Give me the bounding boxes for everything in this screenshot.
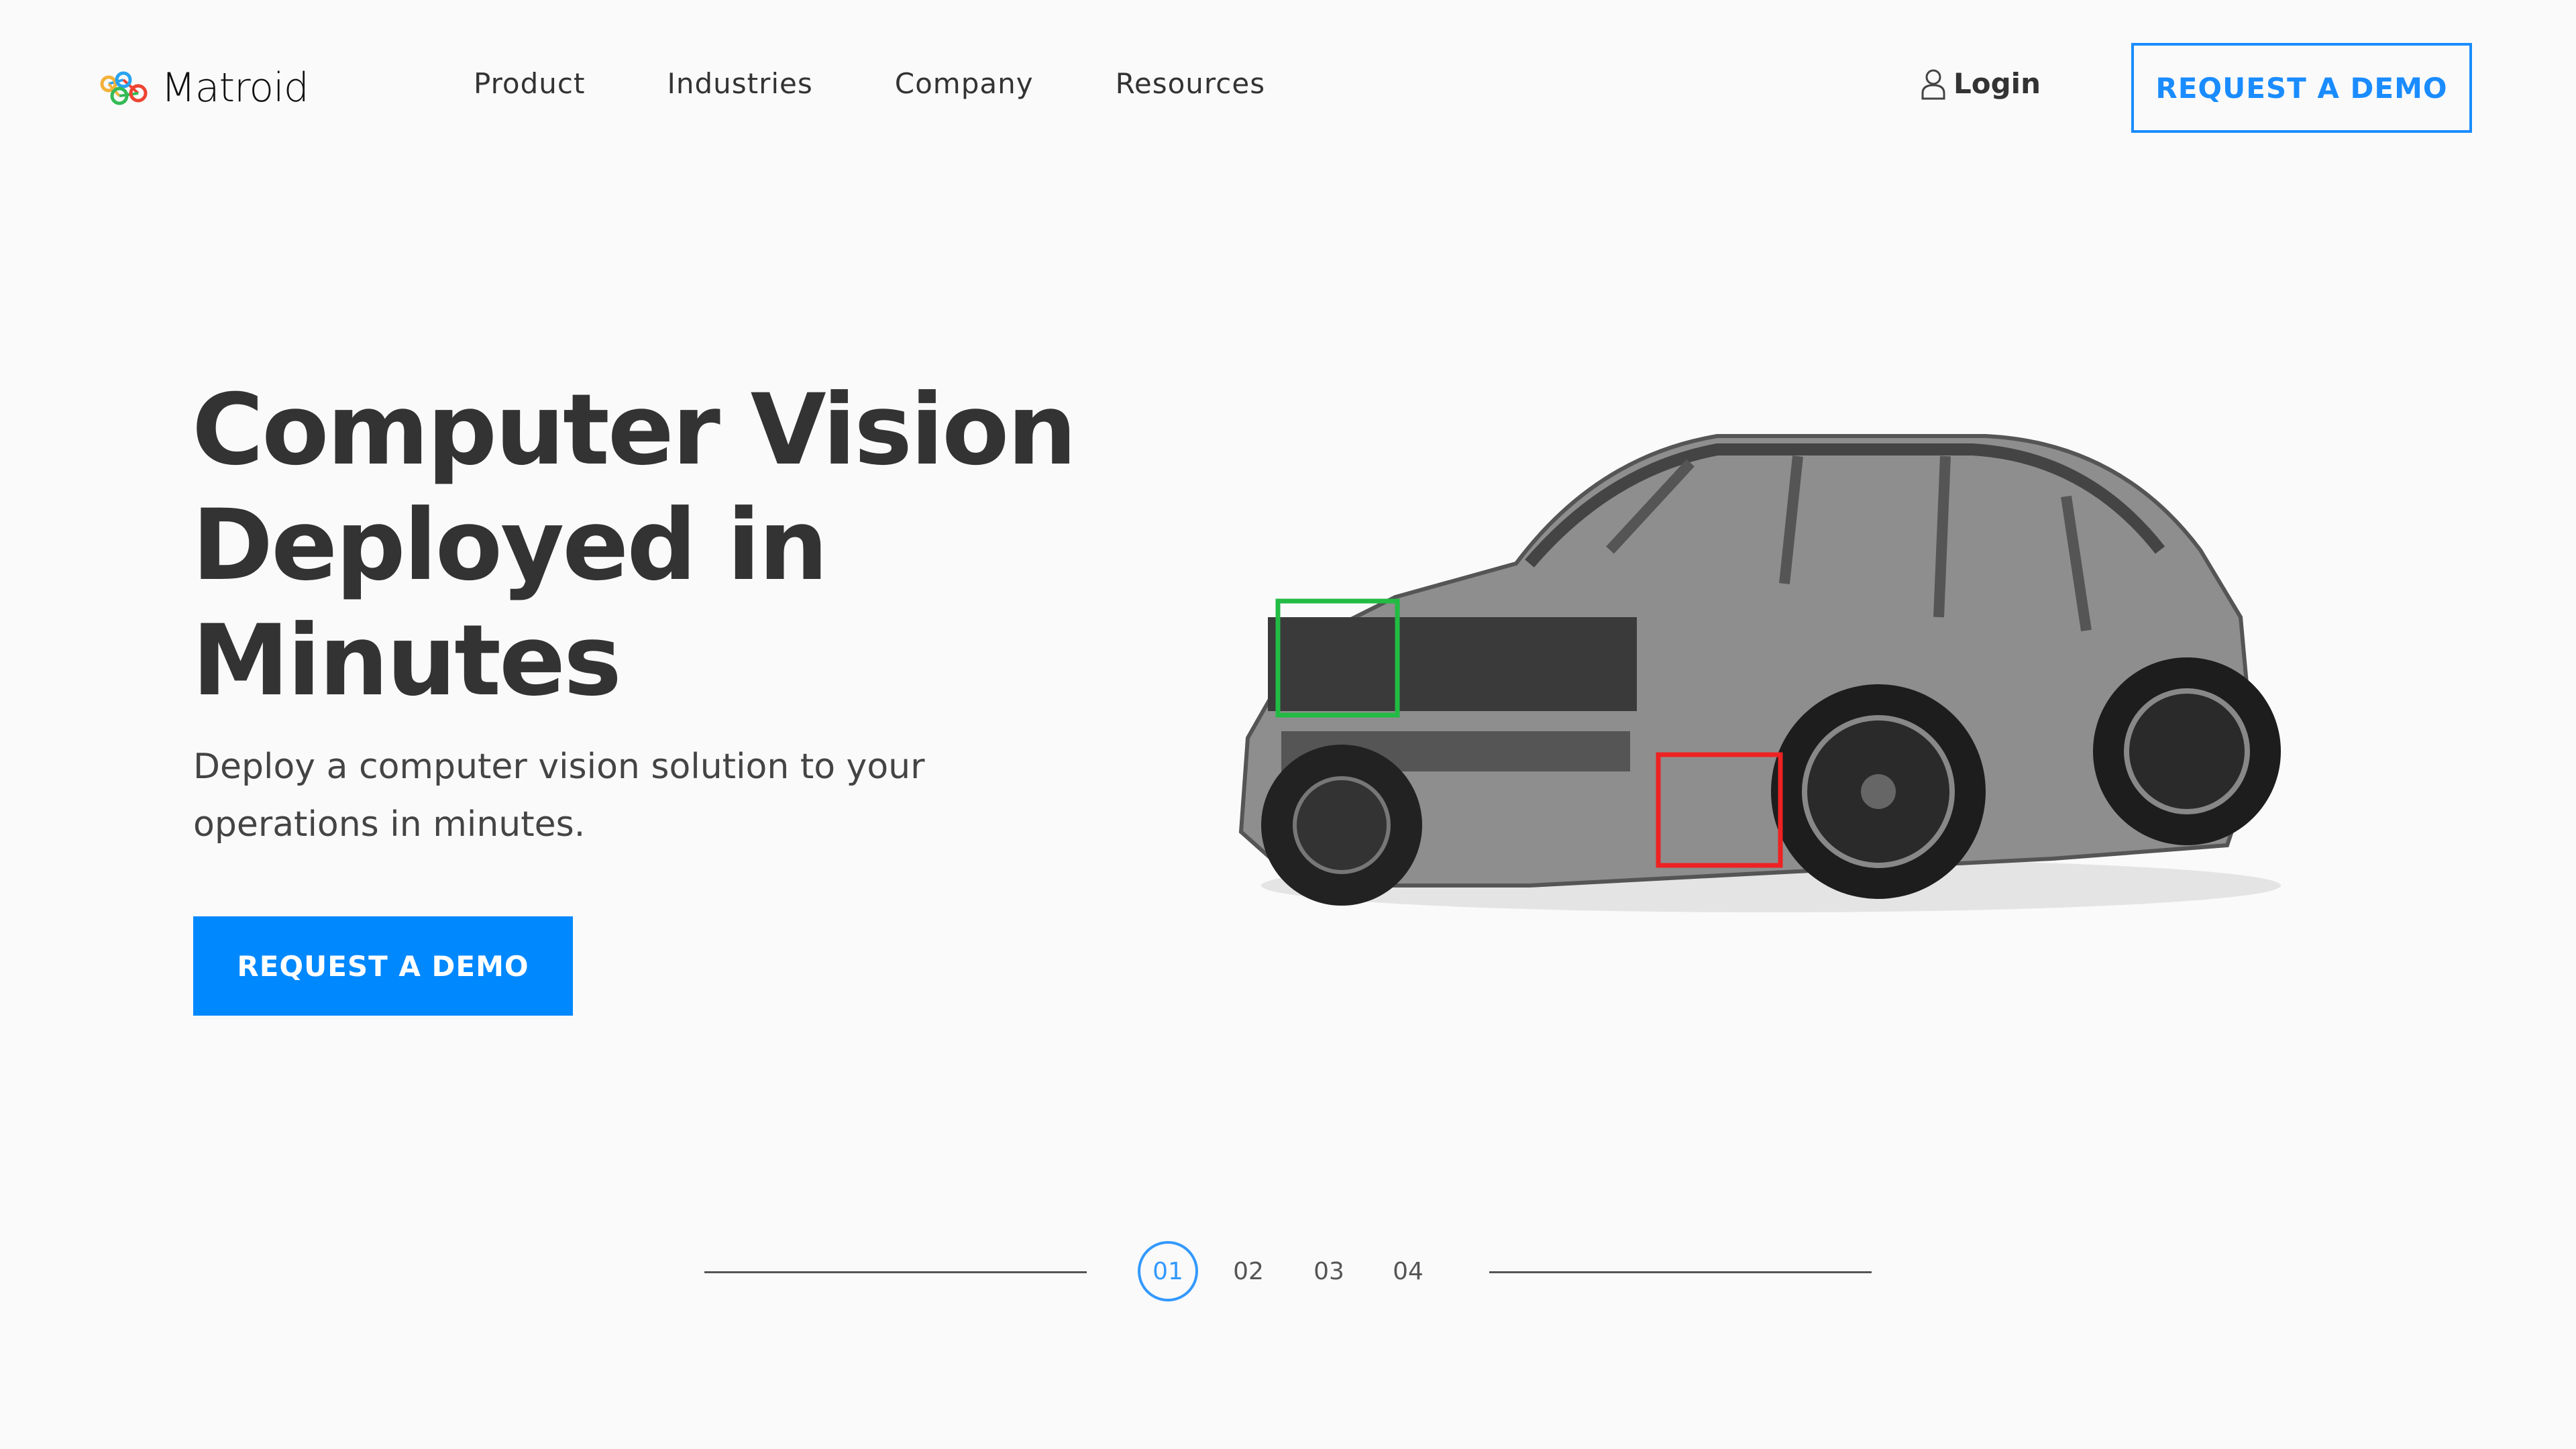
- matroid-logo-icon: [100, 71, 148, 105]
- hero-title-line: Computer Vision: [192, 373, 1077, 487]
- login-link[interactable]: Login: [1920, 67, 2041, 100]
- main-nav: Product Industries Company Resources: [474, 67, 1347, 100]
- pager-item-01[interactable]: 01: [1138, 1241, 1198, 1301]
- nav-item-resources[interactable]: Resources: [1116, 67, 1266, 100]
- hero-title: Computer Vision Deployed in Minutes: [192, 372, 1131, 718]
- request-demo-header-button[interactable]: REQUEST A DEMO: [2131, 43, 2472, 133]
- nav-item-company[interactable]: Company: [895, 67, 1034, 100]
- hero-subtitle: Deploy a computer vision solution to you…: [193, 747, 925, 845]
- request-demo-hero-button[interactable]: REQUEST A DEMO: [193, 916, 573, 1016]
- pager-divider-left: [704, 1271, 1087, 1273]
- pager-divider-right: [1489, 1271, 1872, 1273]
- slide-pager: 01 02 03 04: [704, 1241, 1872, 1308]
- brand-name: Matroid: [161, 64, 309, 111]
- hero-title-line: Deployed in: [192, 488, 828, 602]
- logo[interactable]: Matroid: [99, 64, 309, 111]
- car-chassis-image: [1238, 434, 2281, 912]
- nav-item-product[interactable]: Product: [474, 67, 585, 100]
- pager-item-02[interactable]: 02: [1218, 1241, 1279, 1301]
- login-label: Login: [1953, 67, 2041, 100]
- car-front-frame: [1268, 617, 1637, 711]
- pager-item-04[interactable]: 04: [1378, 1241, 1438, 1301]
- user-icon: [1921, 69, 1945, 99]
- hero-title-line: Minutes: [192, 604, 622, 718]
- nav-item-industries[interactable]: Industries: [667, 67, 812, 100]
- pager-item-03[interactable]: 03: [1299, 1241, 1359, 1301]
